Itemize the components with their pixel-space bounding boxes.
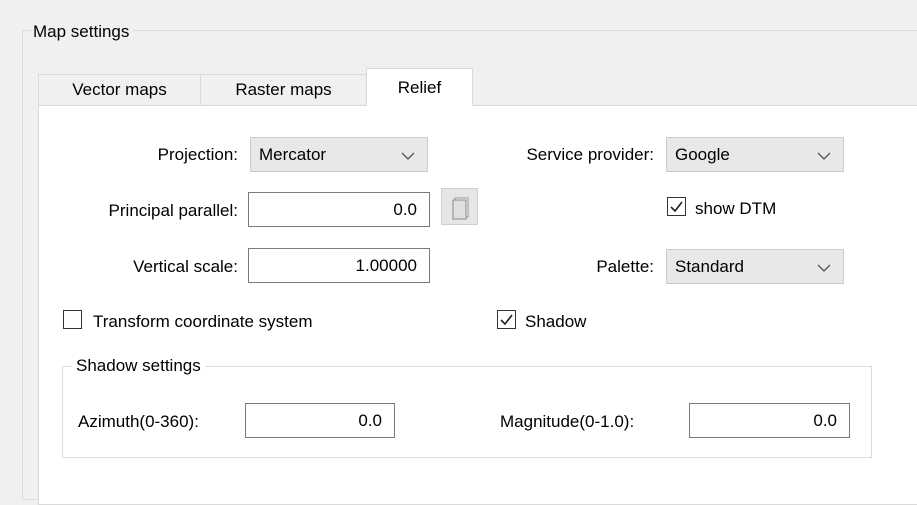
map-settings-title: Map settings [31,22,134,42]
principal-parallel-input[interactable]: 0.0 [248,192,430,227]
principal-parallel-label: Principal parallel: [108,201,238,220]
magnitude-label: Magnitude(0-1.0): [500,412,635,431]
shadow-checkbox[interactable] [497,310,516,329]
tab-raster-maps[interactable]: Raster maps [200,74,367,105]
chevron-down-icon [817,152,831,160]
palette-select[interactable]: Standard [666,249,844,284]
show-dtm-checkbox[interactable] [667,197,686,216]
service-provider-label: Service provider: [526,145,654,164]
shadow-label: Shadow [525,312,587,331]
tab-relief[interactable]: Relief [366,68,473,106]
checkmark-icon [670,201,683,213]
tab-vector-maps[interactable]: Vector maps [38,74,201,105]
show-dtm-label: show DTM [695,199,777,218]
transform-coordinate-system-label: Transform coordinate system [93,312,313,331]
palette-label: Palette: [596,257,654,276]
projection-label: Projection: [157,145,238,164]
tab-label: Vector maps [72,80,167,99]
copy-parallel-button[interactable] [441,188,478,225]
azimuth-input[interactable]: 0.0 [245,403,395,438]
service-provider-select[interactable]: Google [666,137,844,172]
chevron-down-icon [817,264,831,272]
chevron-down-icon [401,152,415,160]
tab-label: Relief [397,78,442,97]
projection-select[interactable]: Mercator [250,137,428,172]
azimuth-label: Azimuth(0-360): [78,412,199,431]
vertical-scale-input[interactable]: 1.00000 [248,248,430,283]
service-provider-value: Google [675,145,730,164]
tab-label: Raster maps [235,80,332,99]
copy-icon [452,197,469,220]
palette-value: Standard [675,257,744,276]
checkmark-icon [500,314,513,326]
vertical-scale-label: Vertical scale: [133,257,238,276]
transform-coordinate-system-checkbox[interactable] [63,310,82,329]
projection-value: Mercator [259,145,327,164]
shadow-settings-title: Shadow settings [72,356,205,376]
magnitude-input[interactable]: 0.0 [689,403,850,438]
